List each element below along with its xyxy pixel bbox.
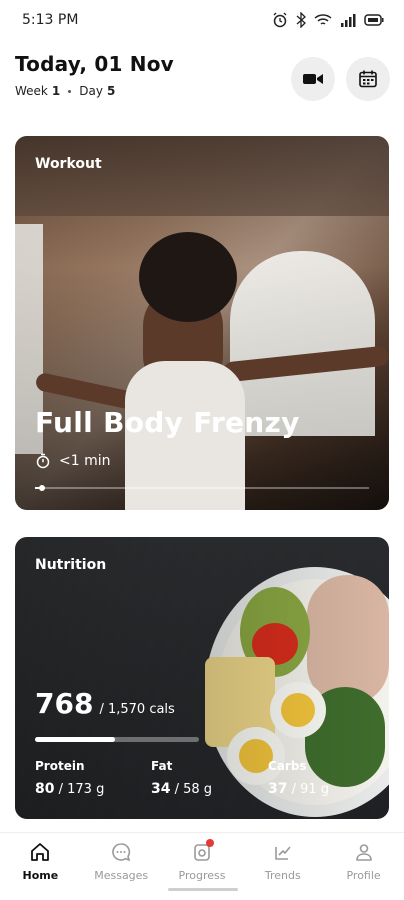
calendar-button[interactable] bbox=[346, 57, 390, 101]
calories-progress-bar bbox=[35, 737, 199, 742]
macro-target: / 58 g bbox=[174, 782, 213, 797]
timer-icon bbox=[36, 453, 50, 469]
video-button[interactable] bbox=[291, 57, 335, 101]
week-value: 1 bbox=[51, 84, 61, 98]
messages-icon bbox=[112, 843, 131, 862]
profile-icon bbox=[355, 844, 372, 861]
tab-trends[interactable]: Trends bbox=[242, 833, 323, 900]
workout-duration-text: <1 min bbox=[59, 453, 111, 469]
macro-amount: 80 bbox=[35, 781, 55, 797]
tab-label: Messages bbox=[94, 869, 149, 882]
signal-icon bbox=[341, 14, 356, 27]
person-hair bbox=[139, 232, 237, 322]
nutrition-section-label: Nutrition bbox=[35, 557, 107, 573]
macro-value: 80 / 173 g bbox=[35, 781, 104, 797]
status-bar: 5:13 PM bbox=[0, 0, 404, 40]
macro-target: / 91 g bbox=[291, 782, 330, 797]
trends-icon bbox=[274, 846, 291, 860]
status-time: 5:13 PM bbox=[22, 12, 79, 28]
calories-progress-fill bbox=[35, 737, 116, 742]
macro-value: 37 / 91 g bbox=[268, 781, 329, 797]
separator-dot bbox=[68, 89, 72, 93]
workout-duration: <1 min bbox=[35, 453, 111, 469]
tab-label: Profile bbox=[346, 869, 381, 882]
bluetooth-icon bbox=[296, 12, 306, 28]
macro-target: / 173 g bbox=[58, 782, 105, 797]
day-value: 5 bbox=[106, 84, 116, 98]
workout-progress-knob bbox=[38, 485, 45, 491]
tab-home[interactable]: Home bbox=[0, 833, 81, 900]
status-icons bbox=[272, 12, 384, 28]
calendar-icon bbox=[359, 70, 377, 88]
workout-section-label: Workout bbox=[35, 156, 102, 172]
macro-carbs: Carbs 37 / 91 g bbox=[268, 759, 329, 797]
day-label: Day bbox=[79, 84, 103, 98]
macro-value: 34 / 58 g bbox=[151, 781, 212, 797]
week-label: Week bbox=[15, 84, 48, 98]
workout-title: Full Body Frenzy bbox=[35, 406, 300, 439]
battery-icon bbox=[364, 14, 384, 26]
home-icon bbox=[31, 843, 50, 861]
wifi-icon bbox=[314, 14, 332, 25]
macro-amount: 34 bbox=[151, 781, 171, 797]
macro-label: Carbs bbox=[268, 759, 307, 773]
tab-label: Trends bbox=[264, 869, 301, 882]
macro-protein: Protein 80 / 173 g bbox=[35, 759, 104, 797]
tab-label: Home bbox=[22, 869, 59, 882]
ceiling-decor bbox=[15, 136, 389, 216]
notification-badge bbox=[205, 839, 214, 847]
calories-total: / 1,570 cals bbox=[99, 702, 175, 717]
alarm-icon bbox=[273, 12, 287, 28]
tab-label: Progress bbox=[178, 869, 226, 882]
home-indicator bbox=[168, 888, 238, 891]
macro-amount: 37 bbox=[268, 781, 288, 797]
macro-fat: Fat 34 / 58 g bbox=[151, 759, 212, 797]
workout-progress-bar bbox=[35, 485, 369, 491]
video-icon bbox=[303, 74, 323, 84]
macro-label: Protein bbox=[35, 759, 85, 773]
page-header: Today, 01 Nov Week 1 Day 5 bbox=[15, 52, 390, 108]
tab-messages[interactable]: Messages bbox=[81, 833, 162, 900]
calories-summary: 768 / 1,570 cals bbox=[35, 687, 175, 720]
macro-label: Fat bbox=[151, 759, 173, 773]
tab-profile[interactable]: Profile bbox=[323, 833, 404, 900]
workout-card[interactable]: Workout Full Body Frenzy <1 min bbox=[15, 136, 389, 510]
calories-consumed: 768 bbox=[35, 687, 94, 720]
nutrition-card[interactable]: Nutrition 768 / 1,570 cals Protein 80 / … bbox=[15, 537, 389, 819]
